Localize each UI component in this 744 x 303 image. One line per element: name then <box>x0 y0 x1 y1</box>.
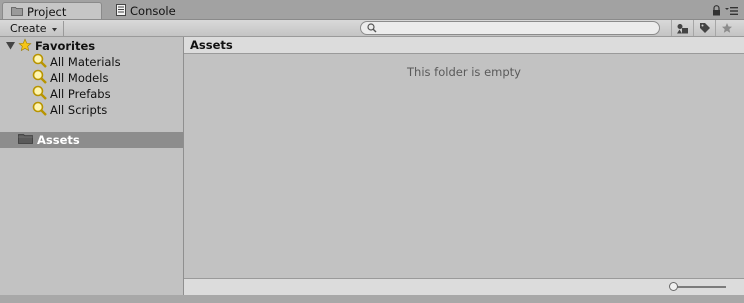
favorites-folder[interactable]: Favorites <box>6 37 96 55</box>
favorite-label: All Models <box>50 71 109 85</box>
search-filter-icon <box>32 101 47 119</box>
window-controls <box>712 5 738 19</box>
empty-folder-message: This folder is empty <box>407 65 521 79</box>
favorite-item[interactable]: All Materials <box>32 53 121 70</box>
filter-by-type-icon[interactable] <box>671 20 693 36</box>
zoom-slider-track[interactable] <box>674 286 726 288</box>
menu-icon[interactable] <box>725 6 738 19</box>
favorite-item[interactable]: All Models <box>32 69 109 86</box>
toolbar: Create <box>0 19 744 37</box>
favorite-label: All Scripts <box>50 103 108 117</box>
tab-console[interactable]: Console <box>108 2 198 20</box>
assets-label: Assets <box>37 133 80 147</box>
favorite-star-icon[interactable] <box>715 20 737 36</box>
dropdown-arrow-icon <box>51 22 57 35</box>
create-label: Create <box>10 22 47 35</box>
filter-by-label-icon[interactable] <box>693 20 715 36</box>
console-icon <box>116 3 126 19</box>
favorites-label: Favorites <box>35 39 96 53</box>
breadcrumb: Assets <box>184 37 744 54</box>
favorite-label: All Materials <box>50 55 121 69</box>
window-bottom-edge <box>0 295 744 303</box>
folder-content-pane: Assets This folder is empty <box>184 37 744 295</box>
lock-icon[interactable] <box>712 5 721 19</box>
star-icon <box>18 37 32 55</box>
search-field[interactable] <box>360 21 660 35</box>
favorite-item[interactable]: All Scripts <box>32 101 108 119</box>
tab-strip: Project Console <box>0 0 744 21</box>
folder-tree-pane: Favorites All Materials All Models All P… <box>0 37 184 295</box>
favorite-item[interactable]: All Prefabs <box>32 85 111 102</box>
assets-folder[interactable]: Assets <box>0 132 183 148</box>
favorite-label: All Prefabs <box>50 87 111 101</box>
tab-label: Console <box>130 4 176 18</box>
folder-icon <box>18 133 33 147</box>
zoom-slider-thumb[interactable] <box>669 282 678 291</box>
breadcrumb-item[interactable]: Assets <box>190 38 233 52</box>
search-icon <box>367 23 377 36</box>
status-bar <box>184 278 744 295</box>
folder-icon <box>11 5 23 19</box>
tab-label: Project <box>27 5 67 19</box>
create-button[interactable]: Create <box>2 21 64 36</box>
expand-arrow-icon[interactable] <box>6 39 15 53</box>
